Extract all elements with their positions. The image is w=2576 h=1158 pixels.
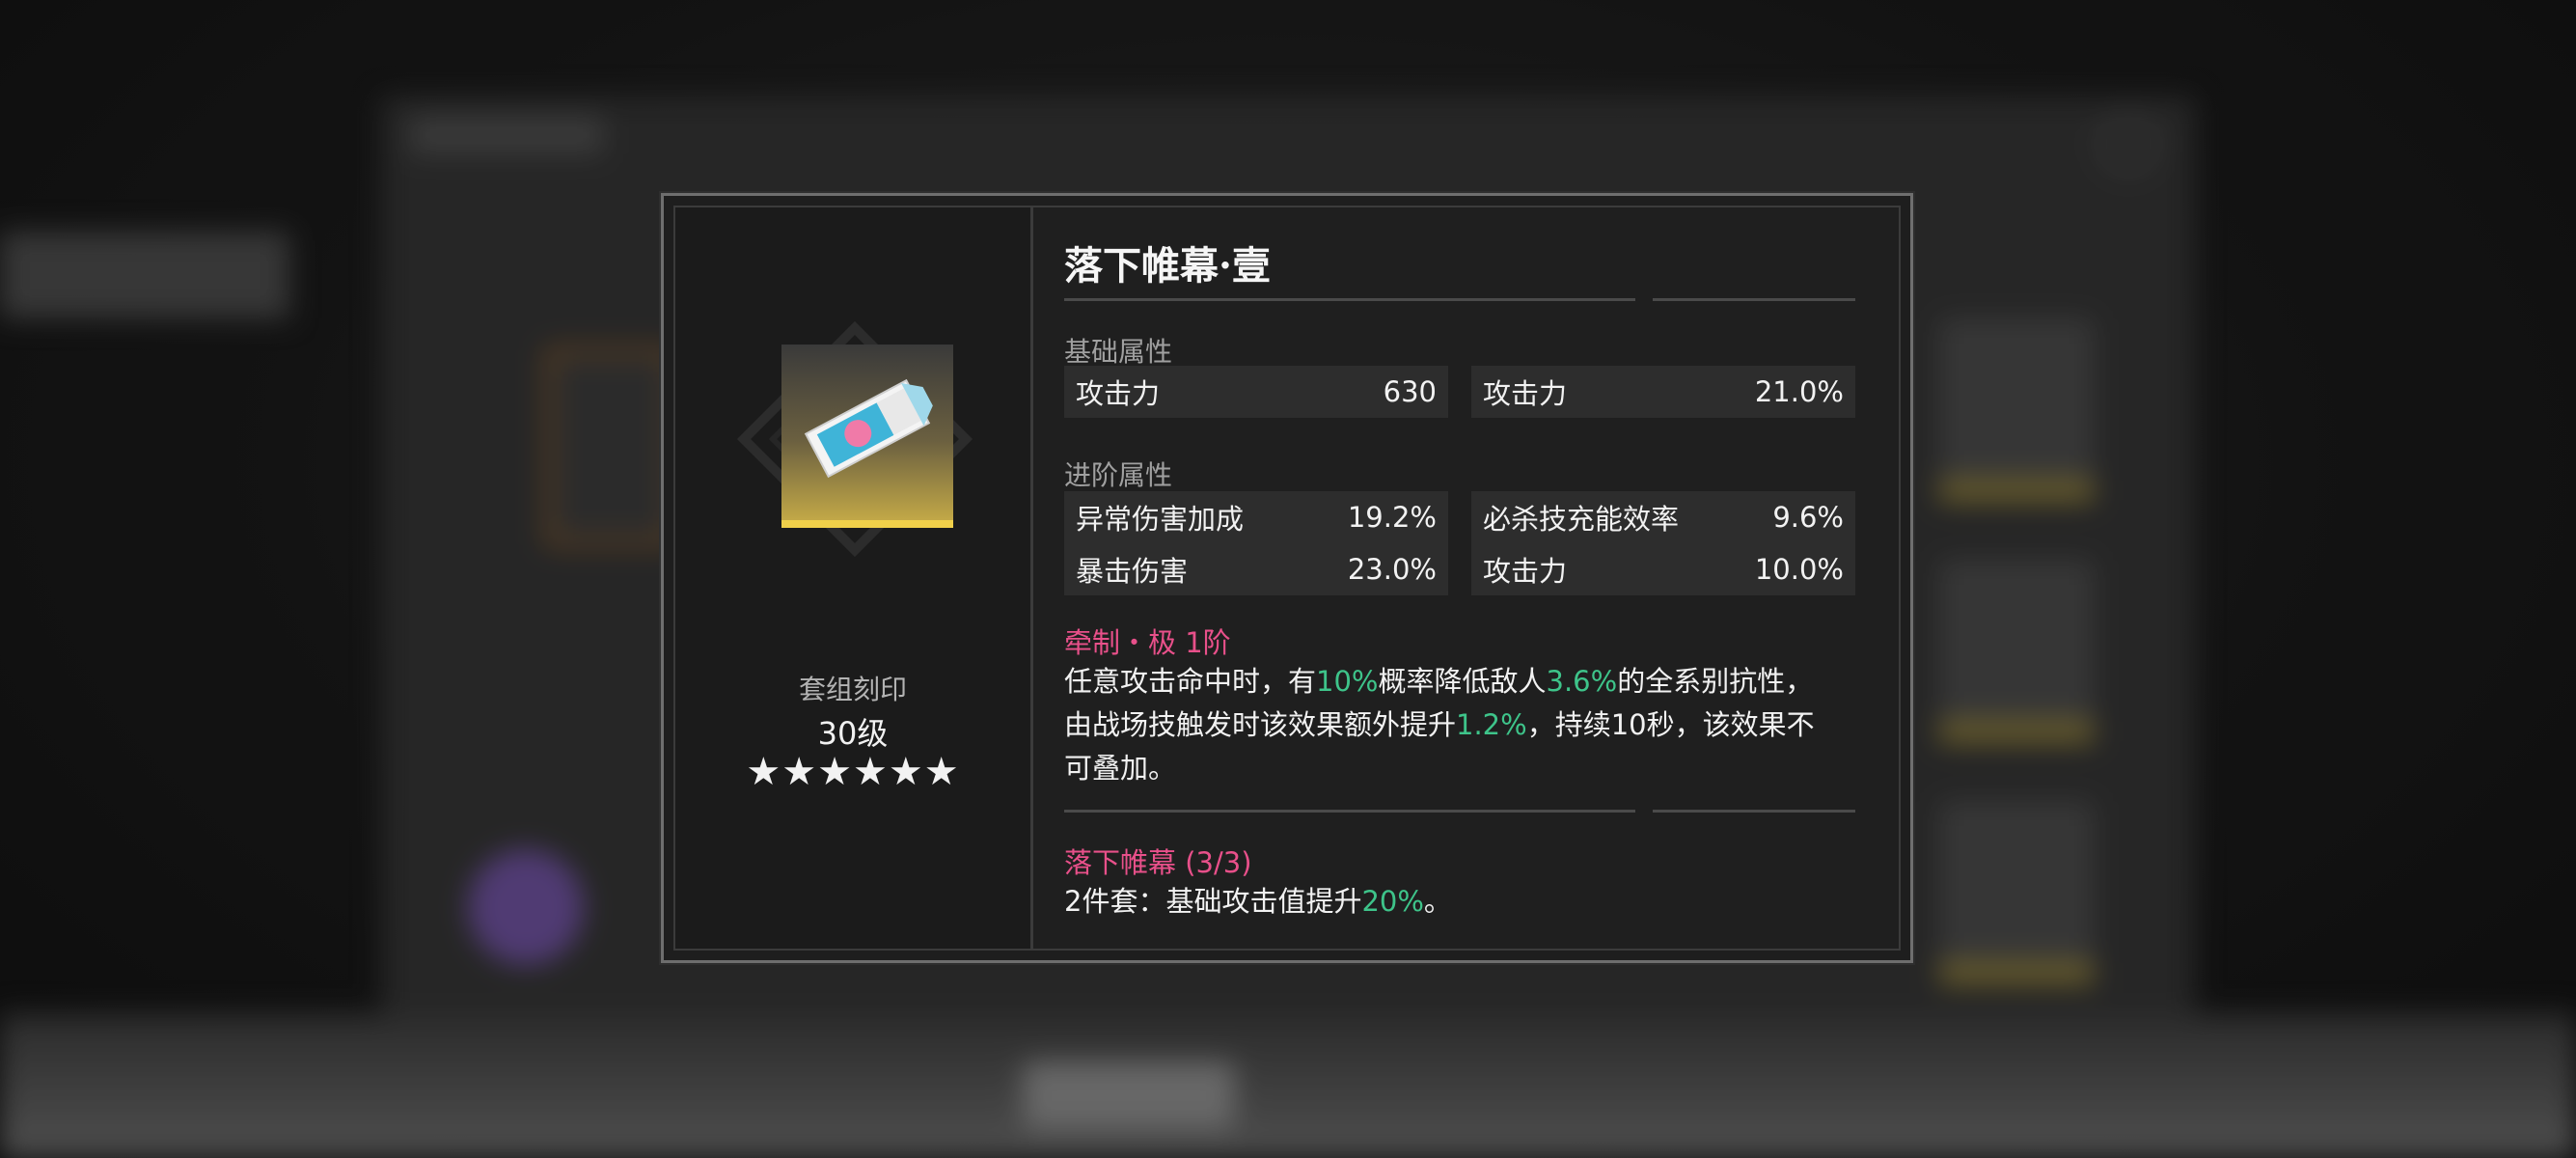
skill-description: 任意攻击命中时，有10%概率降低敌人3.6%的全系别抗性， 由战场技触发时该效果…: [1064, 660, 1855, 790]
stat-name: 异常伤害加成: [1076, 503, 1245, 536]
base-attributes-label: 基础属性: [1064, 336, 1173, 368]
rarity-stars: ★★★★★★: [746, 750, 960, 794]
tooltip-frame: 套组刻印 30级 ★★★★★★ 落下帷幕·壹 基础属性 攻击力 630 攻击力 …: [673, 206, 1901, 951]
item-level: 30级: [817, 715, 889, 752]
stat-name: 暴击伤害: [1076, 555, 1189, 588]
stat-value: 9.6%: [1772, 501, 1844, 534]
advanced-stat-row: 异常伤害加成 19.2%: [1064, 491, 1448, 543]
base-stat-row: 攻击力 630: [1064, 366, 1448, 418]
stat-value: 10.0%: [1754, 553, 1844, 586]
stat-name: 攻击力: [1076, 377, 1161, 410]
title-divider-left: [1064, 298, 1635, 301]
set-divider-left: [1064, 810, 1635, 813]
item-detail-tooltip: 套组刻印 30级 ★★★★★★ 落下帷幕·壹 基础属性 攻击力 630 攻击力 …: [659, 191, 1915, 965]
stat-name: 攻击力: [1483, 377, 1568, 410]
advanced-stat-row: 暴击伤害 23.0%: [1064, 543, 1448, 595]
item-info-panel: 落下帷幕·壹 基础属性 攻击力 630 攻击力 21.0% 进阶属性 异常伤害加…: [1056, 207, 1879, 949]
stat-value: 630: [1383, 375, 1437, 408]
skill-name: 牵制・极 1阶: [1064, 626, 1231, 659]
stat-name: 必杀技充能效率: [1483, 503, 1680, 536]
stat-value: 19.2%: [1347, 501, 1437, 534]
set-divider-right: [1653, 810, 1855, 813]
skill-description-line: 任意攻击命中时，有10%概率降低敌人3.6%的全系别抗性，: [1064, 665, 1814, 698]
advanced-attributes-label: 进阶属性: [1064, 459, 1173, 491]
set-bonus-description: 2件套：基础攻击值提升20%。: [1064, 885, 1452, 918]
item-title: 落下帷幕·壹: [1064, 243, 1271, 289]
set-type-label: 套组刻印: [798, 674, 907, 705]
skill-description-line: 可叠加。: [1064, 752, 1177, 785]
stat-value: 21.0%: [1754, 375, 1844, 408]
title-divider-right: [1653, 298, 1855, 301]
stat-value: 23.0%: [1347, 553, 1437, 586]
drive-disc-icon: [781, 345, 953, 528]
advanced-stat-row: 必杀技充能效率 9.6%: [1471, 491, 1855, 543]
set-bonus-name: 落下帷幕 (3/3): [1064, 846, 1252, 879]
stat-name: 攻击力: [1483, 555, 1568, 588]
skill-description-line: 由战场技触发时该效果额外提升1.2%，持续10秒，该效果不: [1064, 708, 1815, 741]
base-stat-row: 攻击力 21.0%: [1471, 366, 1855, 418]
item-preview-panel: 套组刻印 30级 ★★★★★★: [675, 207, 1033, 949]
advanced-stat-row: 攻击力 10.0%: [1471, 543, 1855, 595]
